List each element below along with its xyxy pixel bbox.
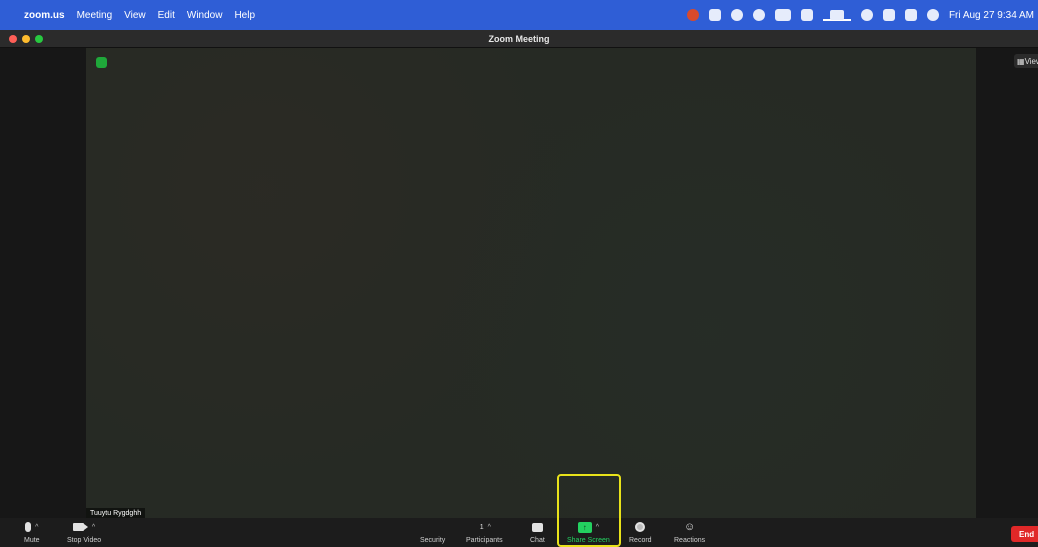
window-title: Zoom Meeting bbox=[488, 33, 550, 44]
search-icon[interactable] bbox=[860, 9, 873, 21]
camera-icon bbox=[72, 523, 88, 531]
menu-edit[interactable]: Edit bbox=[158, 10, 175, 21]
macos-menubar: zoom.us Meeting View Edit Window Help Fr… bbox=[0, 0, 1038, 30]
keyboard-input-icon[interactable] bbox=[800, 9, 813, 21]
window-controls bbox=[9, 35, 48, 43]
menu-view[interactable]: View bbox=[124, 10, 146, 21]
participants-button[interactable]: 1 ^ Participants bbox=[466, 520, 503, 547]
mute-button[interactable]: ^ Mute bbox=[24, 520, 40, 547]
share-screen-label: Share Screen bbox=[567, 537, 610, 544]
reactions-label: Reactions bbox=[674, 537, 706, 544]
share-screen-icon: ↑ bbox=[577, 521, 592, 533]
microphone-icon bbox=[25, 522, 32, 532]
grid-icon: ▦ bbox=[1017, 56, 1025, 66]
video-options-chevron-icon[interactable]: ^ bbox=[92, 524, 95, 531]
fullscreen-window-icon[interactable] bbox=[35, 35, 43, 43]
share-screen-button[interactable]: ↑ ^ Share Screen bbox=[567, 520, 610, 547]
app-status-icon[interactable] bbox=[686, 9, 699, 21]
security-label: Security bbox=[420, 537, 446, 544]
siri-icon[interactable] bbox=[926, 9, 939, 21]
menu-help[interactable]: Help bbox=[234, 10, 255, 21]
view-button-label: View bbox=[1024, 56, 1038, 66]
control-center-icon[interactable] bbox=[904, 9, 917, 21]
participants-options-chevron-icon[interactable]: ^ bbox=[488, 524, 491, 531]
compass-icon[interactable] bbox=[752, 9, 765, 21]
menu-window[interactable]: Window bbox=[187, 10, 223, 21]
view-button[interactable]: ▦ View bbox=[1014, 54, 1038, 68]
clock-app-icon[interactable] bbox=[730, 9, 743, 21]
menu-meeting[interactable]: Meeting bbox=[77, 10, 113, 21]
glasses-icon[interactable] bbox=[774, 9, 791, 21]
chat-button[interactable]: Chat bbox=[530, 520, 545, 547]
security-button[interactable]: Security bbox=[420, 520, 445, 547]
status-area: Fri Aug 27 9:34 AM bbox=[686, 0, 1038, 30]
close-window-icon[interactable] bbox=[9, 35, 17, 43]
end-meeting-button[interactable]: End bbox=[1011, 526, 1038, 542]
participants-count: 1 bbox=[479, 523, 484, 531]
encryption-shield-icon[interactable] bbox=[96, 57, 107, 68]
share-options-chevron-icon[interactable]: ^ bbox=[596, 524, 599, 531]
chat-label: Chat bbox=[530, 537, 545, 544]
record-label: Record bbox=[629, 537, 652, 544]
menubar-clock[interactable]: Fri Aug 27 9:34 AM bbox=[949, 10, 1034, 21]
reactions-button[interactable]: ☺ Reactions bbox=[674, 520, 705, 547]
mute-options-chevron-icon[interactable]: ^ bbox=[35, 524, 38, 531]
volume-icon[interactable] bbox=[882, 9, 895, 21]
battery-icon[interactable] bbox=[822, 9, 851, 21]
stop-video-label: Stop Video bbox=[67, 537, 102, 544]
reactions-icon: ☺ bbox=[683, 521, 696, 533]
menu-app-name[interactable]: zoom.us bbox=[24, 10, 65, 21]
window-titlebar: Zoom Meeting bbox=[0, 30, 1038, 48]
participants-label: Participants bbox=[466, 537, 503, 544]
zoom-status-icon[interactable] bbox=[708, 9, 721, 21]
participant-video bbox=[86, 48, 976, 518]
stop-video-button[interactable]: ^ Stop Video bbox=[67, 520, 101, 547]
mute-label: Mute bbox=[24, 537, 40, 544]
record-button[interactable]: Record bbox=[629, 520, 652, 547]
minimize-window-icon[interactable] bbox=[22, 35, 30, 43]
chat-bubble-icon bbox=[531, 522, 543, 532]
record-icon bbox=[635, 522, 646, 532]
meeting-stage: ▦ View Tuuytu Rygdghh bbox=[0, 48, 1038, 519]
meeting-toolbar: ^ Mute ^ Stop Video Security 1 ^ Particip… bbox=[0, 518, 1038, 547]
